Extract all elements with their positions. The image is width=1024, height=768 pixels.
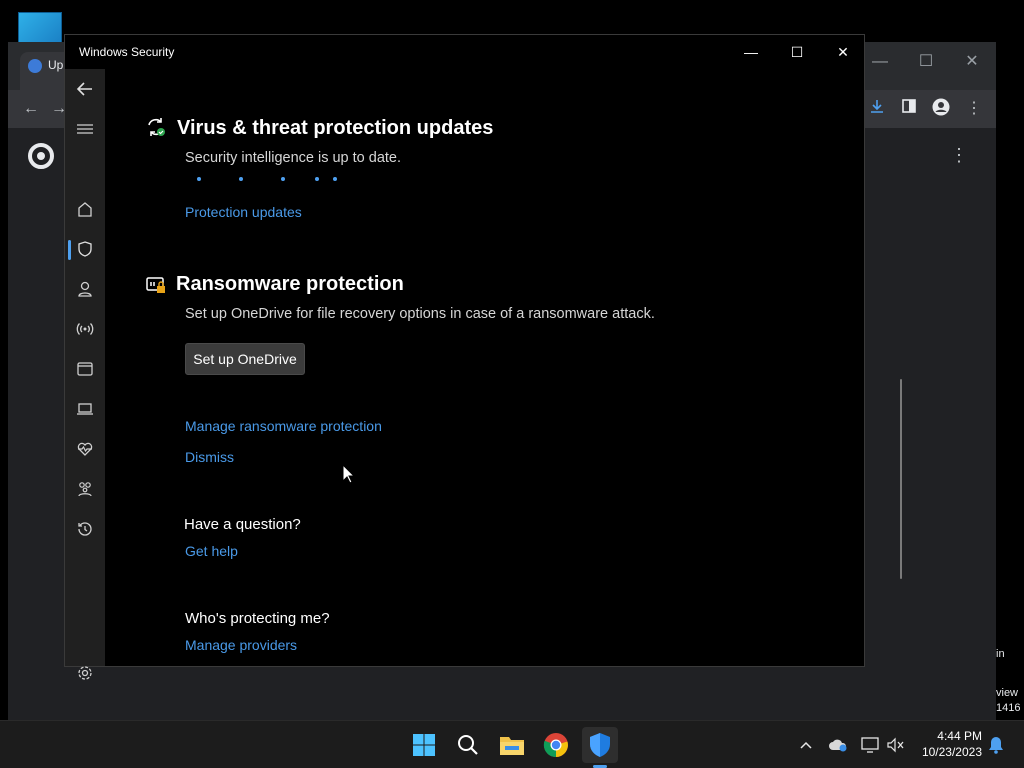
progress-dot: [281, 177, 285, 181]
bg-text-1: in: [996, 648, 1005, 660]
chrome-close-icon[interactable]: ✕: [952, 48, 992, 76]
clock-time: 4:44 PM: [937, 729, 982, 743]
bg-text-3: 1416: [996, 702, 1021, 714]
main-content: Virus & threat protection updates Securi…: [105, 69, 902, 666]
chevron-up-icon[interactable]: [796, 735, 816, 755]
taskbar: 4:44 PM 10/23/2023: [0, 720, 1024, 768]
progress-dot: [333, 177, 337, 181]
download-icon[interactable]: [866, 98, 888, 120]
windows-start-icon[interactable]: [406, 727, 442, 763]
progress-dot: [197, 177, 201, 181]
windows-security-window: Windows Security — ☐ ✕ Virus & threat pr…: [64, 34, 902, 680]
side-panel-icon[interactable]: [898, 98, 920, 120]
notification-bell-icon[interactable]: [986, 735, 1006, 755]
clock-date: 10/23/2023: [921, 745, 982, 759]
chrome-menu-icon[interactable]: ⋮: [963, 98, 985, 120]
refresh-check-icon: [148, 118, 165, 136]
laptop-icon[interactable]: [65, 389, 105, 429]
get-help-link[interactable]: Get help: [185, 543, 238, 559]
desktop-shortcut-icon[interactable]: [18, 12, 62, 46]
bg-text-2: view: [996, 687, 1019, 699]
shield-icon[interactable]: [65, 229, 105, 269]
scrollbar-thumb[interactable]: [900, 379, 902, 579]
minimize-button[interactable]: —: [728, 35, 774, 69]
search-icon[interactable]: [450, 727, 486, 763]
browser-window-icon[interactable]: [65, 349, 105, 389]
protection-updates-link[interactable]: Protection updates: [185, 204, 302, 220]
updates-title: Virus & threat protection updates: [177, 117, 494, 139]
history-icon[interactable]: [65, 509, 105, 549]
volume-muted-icon[interactable]: [886, 735, 906, 755]
hamburger-menu-icon[interactable]: [65, 109, 105, 149]
system-clock[interactable]: 4:44 PM 10/23/2023: [912, 728, 982, 760]
progress-dots: [185, 177, 345, 183]
file-explorer-icon[interactable]: [494, 727, 530, 763]
progress-dot: [315, 177, 319, 181]
chrome-minimize-icon[interactable]: —: [860, 48, 900, 76]
window-title: Windows Security: [79, 45, 175, 59]
profile-icon[interactable]: [930, 98, 952, 120]
ransomware-icon: [146, 277, 165, 293]
setup-onedrive-button[interactable]: Set up OneDrive: [185, 343, 305, 375]
protecting-heading: Who's protecting me?: [185, 610, 330, 627]
chrome-logo-icon: [28, 143, 54, 169]
person-icon[interactable]: [65, 269, 105, 309]
chrome-icon[interactable]: [538, 727, 574, 763]
manage-ransomware-link[interactable]: Manage ransomware protection: [185, 418, 382, 434]
dismiss-link[interactable]: Dismiss: [185, 449, 234, 465]
back-arrow-icon[interactable]: [65, 69, 105, 109]
title-bar[interactable]: Windows Security — ☐ ✕: [65, 35, 864, 69]
tab-favicon-icon: [28, 58, 42, 73]
manage-providers-link[interactable]: Manage providers: [185, 637, 297, 653]
progress-dot: [239, 177, 243, 181]
gear-icon[interactable]: [65, 653, 105, 693]
onedrive-icon[interactable]: [828, 735, 848, 755]
question-heading: Have a question?: [184, 516, 301, 533]
windows-security-icon[interactable]: [582, 727, 618, 763]
ransomware-description: Set up OneDrive for file recovery option…: [185, 306, 655, 322]
chrome-back-icon[interactable]: ←: [20, 98, 42, 120]
chrome-maximize-icon[interactable]: ☐: [906, 48, 946, 76]
maximize-button[interactable]: ☐: [774, 35, 820, 69]
chrome-tab-label: Up: [48, 58, 64, 72]
home-icon[interactable]: [65, 189, 105, 229]
updates-status: Security intelligence is up to date.: [185, 150, 402, 166]
close-button[interactable]: ✕: [820, 35, 866, 69]
display-icon[interactable]: [860, 735, 880, 755]
chrome-more-icon[interactable]: ⋮: [950, 145, 968, 166]
heart-pulse-icon[interactable]: [65, 429, 105, 469]
nav-sidebar: [65, 69, 105, 680]
mouse-cursor-icon: [342, 464, 356, 484]
ransomware-title: Ransomware protection: [176, 273, 404, 295]
family-icon[interactable]: [65, 469, 105, 509]
wireless-antenna-icon[interactable]: [65, 309, 105, 349]
